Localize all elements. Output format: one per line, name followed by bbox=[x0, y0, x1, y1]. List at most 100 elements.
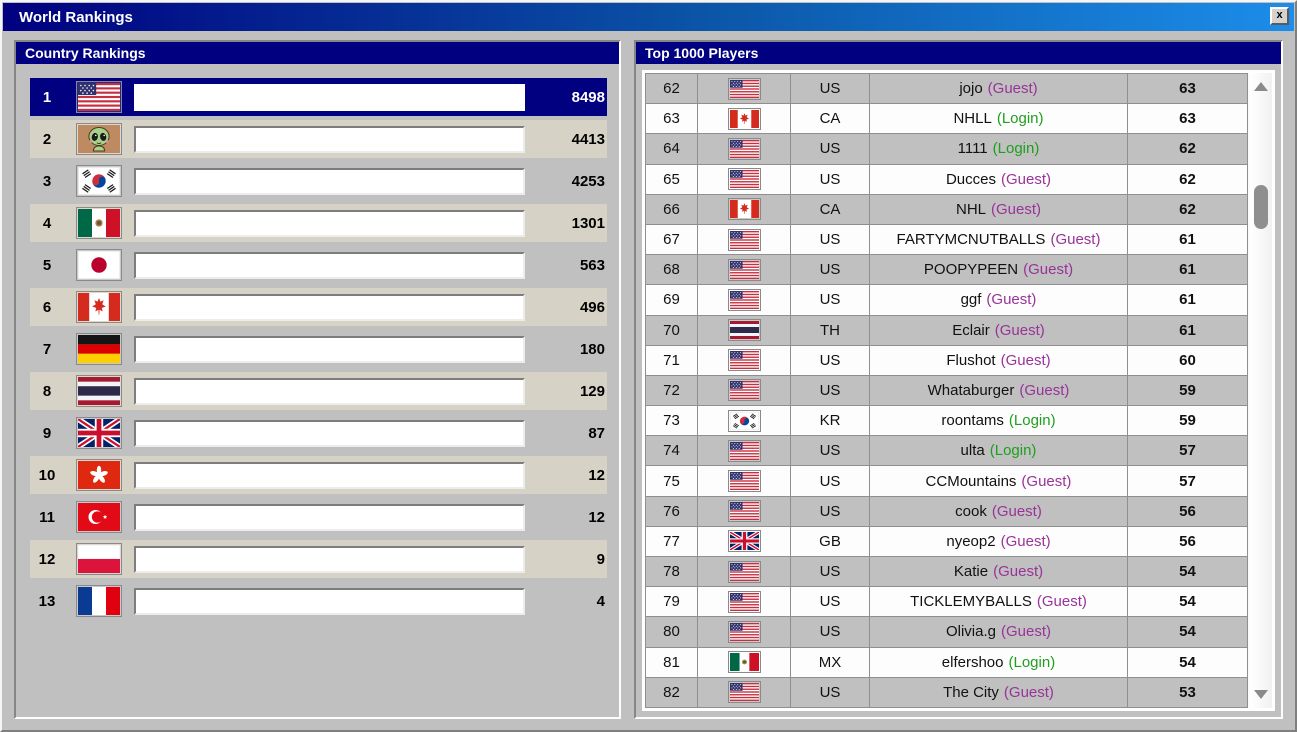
player-row[interactable]: 69 US ggf (Guest) 61 bbox=[646, 285, 1247, 316]
country-score: 12 bbox=[588, 508, 605, 526]
country-score: 563 bbox=[579, 256, 605, 274]
score-bar-track bbox=[134, 377, 525, 405]
player-name: jojo bbox=[959, 80, 983, 98]
player-name-cell: Whataburger (Guest) bbox=[870, 375, 1128, 406]
player-row[interactable]: 71 US Flushot (Guest) 60 bbox=[646, 345, 1247, 376]
player-account-tag: (Guest) bbox=[991, 200, 1042, 218]
player-flag-cell bbox=[698, 345, 791, 375]
window-title: World Rankings bbox=[19, 8, 133, 26]
player-account-tag: (Guest) bbox=[1021, 472, 1072, 490]
player-account-tag: (Guest) bbox=[1036, 593, 1087, 611]
player-account-tag: (Login) bbox=[992, 140, 1040, 158]
player-flag-cell bbox=[698, 285, 791, 315]
country-row[interactable]: 2 4413 bbox=[30, 120, 607, 158]
country-rankings-panel: Country Rankings 1 8498 2 4413 3 4253 4 … bbox=[14, 40, 621, 719]
player-row[interactable]: 66 CA NHL (Guest) 62 bbox=[646, 194, 1247, 225]
player-rank: 69 bbox=[646, 285, 698, 315]
player-flag-cell bbox=[698, 194, 791, 224]
flag-de-icon bbox=[76, 333, 122, 365]
country-row[interactable]: 12 9 bbox=[30, 540, 607, 578]
player-rank: 63 bbox=[646, 104, 698, 134]
players-table: 62 US jojo (Guest) 63 63 CA NHLL (Login)… bbox=[645, 73, 1248, 708]
player-flag-cell bbox=[698, 164, 791, 194]
player-flag-cell bbox=[698, 617, 791, 647]
player-rank: 73 bbox=[646, 406, 698, 436]
player-row[interactable]: 68 US POOPYPEEN (Guest) 61 bbox=[646, 255, 1247, 286]
player-row[interactable]: 74 US ulta (Login) 57 bbox=[646, 436, 1247, 467]
country-row[interactable]: 5 563 bbox=[30, 246, 607, 284]
top-players-header: Top 1000 Players bbox=[636, 42, 1281, 64]
scrollbar-thumb[interactable] bbox=[1254, 185, 1268, 229]
player-score: 59 bbox=[1179, 412, 1196, 430]
player-row[interactable]: 76 US cook (Guest) 56 bbox=[646, 496, 1247, 527]
player-account-tag: (Guest) bbox=[987, 80, 1038, 98]
country-row[interactable]: 8 129 bbox=[30, 372, 607, 410]
flag-us-icon bbox=[727, 77, 761, 100]
country-row[interactable]: 3 4253 bbox=[30, 162, 607, 200]
titlebar[interactable]: World Rankings bbox=[3, 3, 1294, 31]
player-score: 61 bbox=[1179, 291, 1196, 309]
player-rank: 66 bbox=[646, 194, 698, 224]
score-bar-track bbox=[134, 419, 525, 447]
flag-us-icon bbox=[727, 590, 761, 613]
player-row[interactable]: 65 US Ducces (Guest) 62 bbox=[646, 164, 1247, 195]
flag-kr-icon bbox=[727, 409, 761, 432]
player-name: Whataburger bbox=[927, 381, 1015, 399]
player-score: 56 bbox=[1179, 532, 1196, 550]
player-score: 54 bbox=[1179, 653, 1196, 671]
scroll-up-arrow-icon[interactable] bbox=[1254, 82, 1268, 91]
country-row[interactable]: 7 180 bbox=[30, 330, 607, 368]
score-bar-track bbox=[134, 83, 525, 111]
scroll-down-arrow-icon[interactable] bbox=[1254, 690, 1268, 699]
player-flag-cell bbox=[698, 134, 791, 164]
player-name-cell: 1111 (Login) bbox=[870, 134, 1128, 164]
country-row[interactable]: 4 1301 bbox=[30, 204, 607, 242]
country-rank: 11 bbox=[39, 508, 55, 526]
player-country-code: GB bbox=[791, 526, 870, 556]
player-name-cell: Olivia.g (Guest) bbox=[870, 617, 1128, 647]
player-row[interactable]: 80 US Olivia.g (Guest) 54 bbox=[646, 617, 1247, 648]
player-flag-cell bbox=[698, 436, 791, 466]
flag-ca-icon bbox=[727, 107, 761, 130]
player-row[interactable]: 72 US Whataburger (Guest) 59 bbox=[646, 375, 1247, 407]
player-rank: 82 bbox=[646, 677, 698, 707]
flag-us-icon bbox=[727, 349, 761, 372]
country-row[interactable]: 1 8498 bbox=[30, 78, 607, 116]
player-name: FARTYMCNUTBALLS bbox=[896, 231, 1046, 249]
player-row[interactable]: 64 US 1111 (Login) 62 bbox=[646, 134, 1247, 165]
country-row[interactable]: 11 12 bbox=[30, 498, 607, 536]
player-row[interactable]: 63 CA NHLL (Login) 63 bbox=[646, 104, 1247, 135]
player-name-cell: ggf (Guest) bbox=[870, 285, 1128, 315]
player-flag-cell bbox=[698, 315, 791, 345]
country-row[interactable]: 9 87 bbox=[30, 414, 607, 452]
player-country-code: CA bbox=[791, 194, 870, 224]
players-scrollbar[interactable] bbox=[1250, 73, 1272, 708]
player-row[interactable]: 75 US CCMountains (Guest) 57 bbox=[646, 466, 1247, 497]
player-row[interactable]: 67 US FARTYMCNUTBALLS (Guest) 61 bbox=[646, 224, 1247, 256]
country-row[interactable]: 6 496 bbox=[30, 288, 607, 326]
player-row[interactable]: 70 TH Eclair (Guest) 61 bbox=[646, 315, 1247, 346]
player-row[interactable]: 81 MX elfershoo (Login) 54 bbox=[646, 647, 1247, 678]
player-rank: 80 bbox=[646, 617, 698, 647]
player-country-code: US bbox=[791, 375, 870, 406]
player-row[interactable]: 82 US The City (Guest) 53 bbox=[646, 677, 1247, 707]
player-account-tag: (Guest) bbox=[994, 321, 1045, 339]
close-button[interactable]: x bbox=[1270, 7, 1289, 25]
player-score: 62 bbox=[1179, 170, 1196, 188]
player-row[interactable]: 73 KR roontams (Login) 59 bbox=[646, 406, 1247, 437]
flag-us-icon bbox=[727, 560, 761, 583]
player-row[interactable]: 77 GB nyeop2 (Guest) 56 bbox=[646, 526, 1247, 557]
flag-ca-icon bbox=[76, 291, 122, 323]
player-row[interactable]: 62 US jojo (Guest) 63 bbox=[646, 74, 1247, 105]
player-country-code: US bbox=[791, 224, 870, 255]
player-name-cell: TICKLEMYBALLS (Guest) bbox=[870, 587, 1128, 617]
player-row[interactable]: 78 US Katie (Guest) 54 bbox=[646, 557, 1247, 588]
player-name-cell: NHL (Guest) bbox=[870, 194, 1128, 224]
player-score: 56 bbox=[1179, 502, 1196, 520]
player-row[interactable]: 79 US TICKLEMYBALLS (Guest) 54 bbox=[646, 587, 1247, 618]
country-rank: 2 bbox=[42, 130, 52, 148]
country-row[interactable]: 13 4 bbox=[30, 582, 607, 620]
country-row[interactable]: 10 12 bbox=[30, 456, 607, 494]
player-country-code: US bbox=[791, 74, 870, 104]
player-score: 61 bbox=[1179, 321, 1196, 339]
